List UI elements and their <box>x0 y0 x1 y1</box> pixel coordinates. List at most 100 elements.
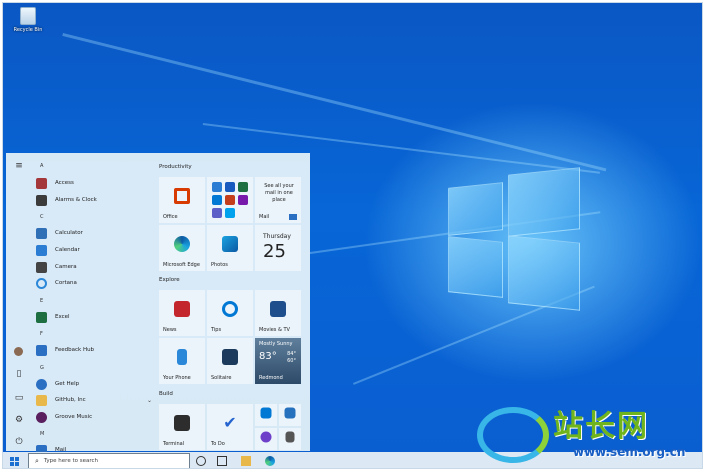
app-item-access[interactable]: Access <box>36 176 152 190</box>
tile-photos[interactable]: Photos <box>207 225 253 271</box>
app-item-github[interactable]: GitHub, Inc ⌄ <box>36 393 152 407</box>
user-avatar-icon[interactable] <box>14 347 23 356</box>
weather-temp: 83° <box>259 351 277 362</box>
app-label: Calculator <box>55 230 83 236</box>
tile-label: Mail <box>259 214 270 220</box>
app-label: Cortana <box>55 280 77 286</box>
terminal-icon <box>174 415 190 432</box>
app-label: Camera <box>55 264 77 270</box>
app-item-calculator[interactable]: Calculator <box>36 226 152 240</box>
weather-high: 84° <box>287 351 296 357</box>
tips-icon <box>222 301 238 318</box>
tile-tips[interactable]: Tips <box>207 290 253 336</box>
windows-start-icon[interactable] <box>10 457 19 466</box>
power-icon[interactable]: ⏻ <box>14 437 24 447</box>
tile-label: Tips <box>211 327 222 333</box>
app-label: Get Help <box>55 381 80 387</box>
app-item-feedback-hub[interactable]: Feedback Hub <box>36 343 152 357</box>
tile-area: Productivity Office See all your mail in… <box>154 153 310 451</box>
get-help-icon <box>36 378 47 390</box>
edge-icon[interactable] <box>265 456 275 466</box>
light-ray <box>62 33 607 172</box>
solitaire-icon <box>222 349 238 366</box>
calendar-date: 25 <box>263 241 286 262</box>
powershell-icon <box>284 407 296 419</box>
group-header[interactable]: Explore <box>159 277 180 283</box>
cortana-icon <box>36 277 47 289</box>
tile-powershell[interactable] <box>279 404 301 426</box>
movies-tv-icon <box>270 301 286 318</box>
camera-icon <box>36 261 47 273</box>
tile-vscode[interactable] <box>255 404 277 426</box>
settings-gear-icon[interactable]: ⚙ <box>14 415 24 425</box>
app-label: Feedback Hub <box>55 347 95 353</box>
tile-calendar[interactable]: Thursday 25 <box>255 225 301 271</box>
tile-solitaire[interactable]: Solitaire <box>207 338 253 384</box>
letter-header[interactable]: G <box>40 365 44 371</box>
hamburger-menu-icon[interactable]: ≡ <box>14 161 24 171</box>
windows-logo-pane <box>508 235 580 311</box>
calculator-icon <box>36 227 47 239</box>
alarm-clock-icon <box>36 194 47 206</box>
search-input[interactable]: ⌕ Type here to search <box>28 453 190 468</box>
letter-header[interactable]: E <box>40 298 43 304</box>
access-icon <box>36 177 47 189</box>
recycle-bin-icon <box>20 7 36 25</box>
chevron-down-icon[interactable]: ⌄ <box>147 397 152 404</box>
documents-icon[interactable]: ▯ <box>14 369 24 379</box>
app-item-groove-music[interactable]: Groove Music <box>36 410 152 424</box>
github-icon <box>260 431 272 443</box>
tile-mail[interactable]: See all your mail in one place Mail <box>255 177 301 223</box>
app-item-excel[interactable]: Excel <box>36 310 152 324</box>
tile-label: Terminal <box>163 441 185 447</box>
tile-edge[interactable]: Microsoft Edge <box>159 225 205 271</box>
letter-header[interactable]: M <box>40 431 44 437</box>
app-label: Alarms & Clock <box>55 197 97 203</box>
checkmark-icon: ✔ <box>223 413 237 433</box>
recycle-bin-label: Recycle Bin <box>13 27 43 33</box>
recycle-bin[interactable]: Recycle Bin <box>9 7 47 33</box>
tile-label: Office <box>163 214 178 220</box>
tile-your-phone[interactable]: Your Phone <box>159 338 205 384</box>
tile-todo[interactable]: ✔ To Do <box>207 404 253 450</box>
app-item-alarms-clock[interactable]: Alarms & Clock <box>36 193 152 207</box>
app-item-cortana[interactable]: Cortana <box>36 276 152 290</box>
tile-github-desktop[interactable] <box>255 428 277 450</box>
tile-office-apps-folder[interactable] <box>207 177 253 223</box>
start-menu: ≡ ▯ ▭ ⚙ ⏻ A Access Alarms & Clock C Calc… <box>6 153 310 456</box>
watermark-logo: 站长网 www.sem.org.cn <box>473 401 702 468</box>
watermark-url: www.sem.org.cn <box>573 445 686 459</box>
groove-music-icon <box>36 411 47 423</box>
cortana-icon[interactable] <box>196 456 206 466</box>
tile-weather[interactable]: Mostly Sunny 83° 84° 60° Redmond <box>255 338 301 384</box>
pictures-icon[interactable]: ▭ <box>14 393 24 403</box>
app-label: Access <box>55 180 74 186</box>
windows-logo-pane <box>448 182 503 236</box>
search-placeholder: Type here to search <box>43 458 98 464</box>
app-item-calendar[interactable]: Calendar <box>36 243 152 257</box>
tile-news[interactable]: News <box>159 290 205 336</box>
tile-label: News <box>163 327 177 333</box>
phone-icon <box>177 349 187 366</box>
tile-terminal[interactable]: Terminal <box>159 404 205 450</box>
tile-movies-tv[interactable]: Movies & TV <box>255 290 301 336</box>
tile-office[interactable]: Office <box>159 177 205 223</box>
app-label: Calendar <box>55 247 80 253</box>
app-item-get-help[interactable]: Get Help <box>36 377 152 391</box>
tile-label: Solitaire <box>211 375 232 381</box>
windows-logo-pane <box>448 236 503 298</box>
weather-city: Redmond <box>259 375 283 381</box>
file-explorer-icon[interactable] <box>241 456 251 466</box>
letter-header[interactable]: F <box>40 331 43 337</box>
app-item-camera[interactable]: Camera <box>36 260 152 274</box>
news-icon <box>174 301 190 318</box>
letter-header[interactable]: C <box>40 214 44 220</box>
group-header[interactable]: Build <box>159 391 173 397</box>
letter-header[interactable]: A <box>40 163 43 169</box>
task-view-icon[interactable] <box>217 456 227 466</box>
office-icon <box>174 188 190 205</box>
group-header[interactable]: Productivity <box>159 164 192 170</box>
swirl-logo-icon <box>477 407 549 463</box>
tile-calculator[interactable] <box>279 428 301 450</box>
calendar-icon <box>36 244 47 256</box>
